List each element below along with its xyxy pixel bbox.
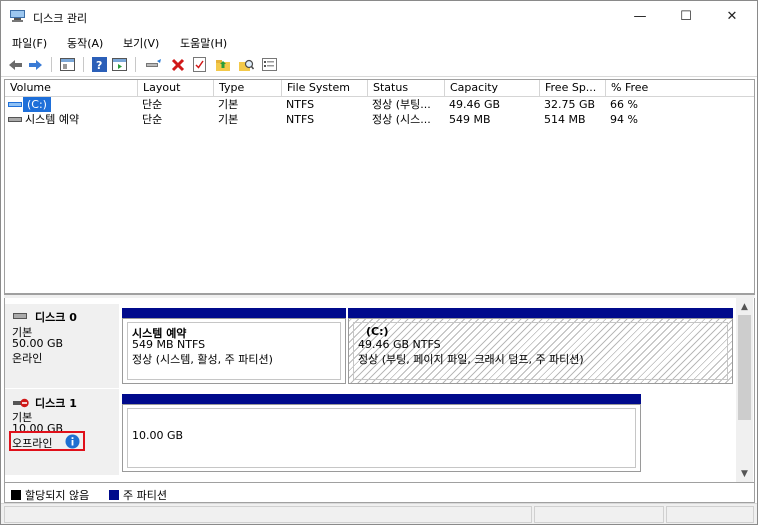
legend-swatch-primary <box>109 490 119 500</box>
column-header-status[interactable]: Status <box>368 80 445 97</box>
legend-primary: 주 파티션 <box>109 487 167 503</box>
disk-name: 디스크 1 <box>35 397 77 410</box>
properties-icon[interactable] <box>261 56 278 73</box>
volume-type: 기본 <box>218 98 239 111</box>
status-segment <box>534 506 664 523</box>
volume-free-space: 514 MB <box>544 113 586 126</box>
partition-bar <box>122 394 641 404</box>
disk-management-window: 디스크 관리 — ☐ ✕ 파일(F) 동작(A) 보기(V) 도움말(H) ? <box>0 0 758 525</box>
delete-icon[interactable] <box>169 56 186 73</box>
partition-size: 10.00 GB <box>132 429 184 442</box>
disk-state: 온라인 <box>12 352 43 365</box>
volume-free-space: 32.75 GB <box>544 98 596 111</box>
partition-bar <box>348 308 733 318</box>
partition-status: 정상 (부팅, 페이지 파일, 크래시 덤프, 주 파티션) <box>358 353 584 366</box>
status-segment <box>666 506 754 523</box>
legend-swatch-unallocated <box>11 490 21 500</box>
volume-list[interactable]: Volume Layout Type File System Status Ca… <box>4 79 755 294</box>
forward-icon[interactable] <box>27 56 44 73</box>
column-header-percent-free[interactable]: % Free <box>606 80 754 97</box>
disk-0-label[interactable]: 디스크 0 기본 50.00 GB 온라인 <box>5 304 119 388</box>
scroll-up-icon[interactable]: ▲ <box>736 298 753 315</box>
volume-drive-icon <box>8 117 22 122</box>
menu-bar: 파일(F) 동작(A) 보기(V) 도움말(H) <box>1 32 757 52</box>
disk-size: 50.00 GB <box>12 337 64 350</box>
window-title: 디스크 관리 <box>33 12 88 25</box>
partition-size: 49.46 GB NTFS <box>358 338 441 351</box>
volume-capacity: 549 MB <box>449 113 491 126</box>
title-bar: 디스크 관리 — ☐ ✕ <box>1 1 757 31</box>
menu-help[interactable]: 도움말(H) <box>180 35 227 51</box>
partition-status: 정상 (시스템, 활성, 주 파티션) <box>132 353 273 366</box>
volume-percent-free: 66 % <box>610 98 638 111</box>
volume-status: 정상 (시스... <box>372 113 431 126</box>
scroll-down-icon[interactable]: ▼ <box>736 465 753 482</box>
folder-up-icon[interactable] <box>214 56 231 73</box>
toolbar-separator <box>135 57 136 72</box>
legend: 할당되지 않음 주 파티션 <box>4 483 755 503</box>
volume-file-system: NTFS <box>286 113 315 126</box>
status-segment <box>4 506 532 523</box>
column-header-type[interactable]: Type <box>214 80 282 97</box>
menu-action[interactable]: 동작(A) <box>67 35 103 51</box>
close-button[interactable]: ✕ <box>709 1 755 31</box>
highlight-offline-status <box>9 431 85 451</box>
partition-unallocated[interactable]: 10.00 GB <box>122 404 641 472</box>
maximize-button[interactable]: ☐ <box>663 1 709 31</box>
connect-icon[interactable] <box>145 56 162 73</box>
volume-name: (C:) <box>23 97 51 112</box>
show-hide-icon[interactable] <box>111 56 128 73</box>
volume-drive-icon <box>8 102 22 107</box>
menu-file[interactable]: 파일(F) <box>12 35 47 51</box>
column-header-layout[interactable]: Layout <box>138 80 214 97</box>
disk-management-icon <box>10 10 25 22</box>
minimize-button[interactable]: — <box>617 1 663 31</box>
volume-percent-free: 94 % <box>610 113 638 126</box>
column-header-file-system[interactable]: File System <box>282 80 368 97</box>
column-header-volume[interactable]: Volume <box>5 80 138 97</box>
legend-unallocated: 할당되지 않음 <box>11 487 89 503</box>
column-header-capacity[interactable]: Capacity <box>445 80 540 97</box>
partition-name: (C:) <box>366 325 389 338</box>
disk-graphical-view: 디스크 0 기본 50.00 GB 온라인 시스템 예약 549 MB NTFS… <box>4 298 755 483</box>
console-tree-icon[interactable] <box>59 56 76 73</box>
menu-view[interactable]: 보기(V) <box>123 35 159 51</box>
volume-file-system: NTFS <box>286 98 315 111</box>
volume-capacity: 49.46 GB <box>449 98 501 111</box>
toolbar-separator <box>83 57 84 72</box>
svg-text:?: ? <box>96 59 102 72</box>
volume-layout: 단순 <box>142 113 163 126</box>
toolbar: ? <box>1 53 757 77</box>
toolbar-separator <box>51 57 52 72</box>
help-icon[interactable]: ? <box>91 56 108 73</box>
volume-name: 시스템 예약 <box>25 113 80 126</box>
volume-layout: 단순 <box>142 98 163 111</box>
legend-label-unallocated: 할당되지 않음 <box>25 489 90 502</box>
offline-disk-icon <box>13 398 29 408</box>
back-icon[interactable] <box>7 56 24 73</box>
disk-name: 디스크 0 <box>35 311 77 324</box>
scrollbar-thumb[interactable] <box>738 315 751 420</box>
status-bar <box>1 503 757 524</box>
partition-size: 549 MB NTFS <box>132 338 206 351</box>
vertical-scrollbar[interactable]: ▲ ▼ <box>736 298 753 482</box>
checklist-icon[interactable] <box>191 56 208 73</box>
legend-label-primary: 주 파티션 <box>123 489 167 502</box>
volume-status: 정상 (부팅... <box>372 98 431 111</box>
column-header-free-space[interactable]: Free Sp... <box>540 80 606 97</box>
partition-c[interactable]: (C:) 49.46 GB NTFS 정상 (부팅, 페이지 파일, 크래시 덤… <box>348 318 733 384</box>
partition-system-reserved[interactable]: 시스템 예약 549 MB NTFS 정상 (시스템, 활성, 주 파티션) <box>122 318 346 384</box>
partition-bar <box>122 308 346 318</box>
search-icon[interactable] <box>237 56 254 73</box>
volume-type: 기본 <box>218 113 239 126</box>
disk-icon <box>13 313 27 319</box>
